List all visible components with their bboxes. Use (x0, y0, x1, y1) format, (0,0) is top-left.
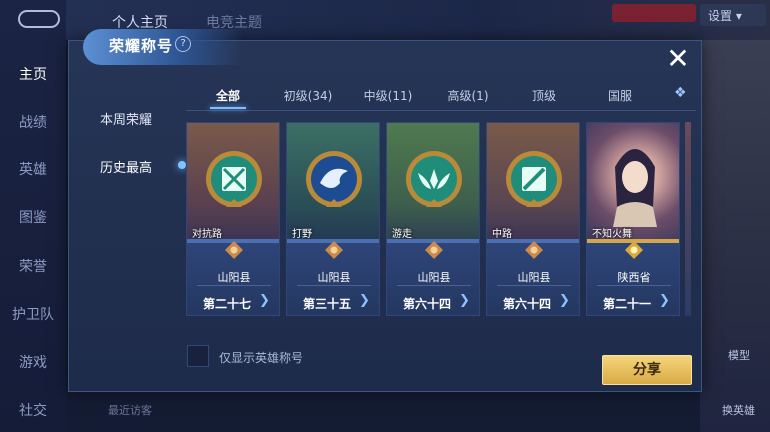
side-tab-history-best[interactable]: 历史最高 (69, 157, 183, 176)
dialog-title: 荣耀称号 (109, 37, 174, 55)
filter-tab-senior[interactable]: 高级(1) (428, 87, 508, 104)
card-region: 山阳县 (417, 271, 451, 284)
filter-active-underline (210, 107, 246, 109)
nav-home[interactable]: 主页 (0, 64, 66, 84)
change-hero-label[interactable]: 换英雄 (722, 402, 755, 418)
notification-badge (612, 4, 696, 22)
card-role: 打野 (292, 229, 312, 240)
title-card[interactable]: 打野 山阳县 第三十五 ❯ (286, 122, 380, 316)
chevron-right-icon[interactable]: ❯ (359, 293, 370, 308)
active-tab-indicator (178, 161, 186, 169)
more-tabs-icon[interactable]: ❖ (674, 85, 687, 101)
share-button[interactable]: 分享 (602, 355, 692, 385)
nav-hero[interactable]: 英雄 (0, 159, 66, 179)
card-region: 山阳县 (217, 271, 251, 284)
nav-guard[interactable]: 护卫队 (0, 304, 66, 324)
nav-game[interactable]: 游戏 (0, 352, 66, 372)
settings-label: 设置 (708, 9, 733, 23)
filter-tab-junior[interactable]: 初级(34) (268, 87, 348, 104)
chevron-right-icon[interactable]: ❯ (459, 293, 470, 308)
recent-visitors[interactable]: 最近访客 (108, 402, 152, 418)
card-role: 对抗路 (192, 229, 222, 240)
hero-avatar-icon (613, 149, 657, 227)
jungle-emblem-icon (306, 151, 362, 207)
nav-record[interactable]: 战绩 (0, 112, 66, 132)
settings-button[interactable]: 设置 ▾ (700, 4, 766, 26)
chevron-right-icon[interactable]: ❯ (259, 293, 270, 308)
card-divider (497, 285, 571, 286)
card-role: 中路 (492, 229, 512, 240)
close-button[interactable]: ✕ (665, 45, 691, 73)
card-region: 山阳县 (317, 271, 351, 284)
card-divider (297, 285, 371, 286)
card-region: 山阳县 (517, 271, 551, 284)
title-card[interactable]: 不知火舞 陕西省 第二十一 ❯ (586, 122, 680, 316)
card-rank: 第二十一 (603, 297, 652, 311)
card-rank: 第二十七 (203, 297, 252, 311)
card-divider (197, 285, 271, 286)
background-scene (700, 40, 770, 432)
back-logo-icon[interactable] (18, 10, 60, 28)
nav-codex[interactable]: 图鉴 (0, 207, 66, 227)
title-card[interactable]: 中路 山阳县 第六十四 ❯ (486, 122, 580, 316)
card-rank: 第六十四 (503, 297, 552, 311)
filter-tabs: 全部 初级(34) 中级(11) 高级(1) 顶级 国服 ❖ (186, 81, 696, 111)
filter-tab-middle[interactable]: 中级(11) (348, 87, 428, 104)
mid-lane-emblem-icon (506, 151, 562, 207)
nav-social[interactable]: 社交 (0, 400, 66, 420)
top-lane-emblem-icon (206, 151, 262, 207)
hero-only-label[interactable]: 仅显示英雄称号 (219, 349, 303, 366)
nav-honor[interactable]: 荣誉 (0, 256, 66, 276)
card-divider (597, 285, 671, 286)
side-tab-this-week[interactable]: 本周荣耀 (69, 109, 183, 128)
title-card[interactable]: 对抗路 山阳县 第二十七 ❯ (186, 122, 280, 316)
card-rank: 第六十四 (403, 297, 452, 311)
county-medal-icon (525, 241, 543, 259)
title-card[interactable]: 游走 山阳县 第六十四 ❯ (386, 122, 480, 316)
honor-title-dialog: 荣耀称号 ? ✕ 本周荣耀 历史最高 全部 初级(34) 中级(11) 高级(1… (68, 29, 702, 392)
filter-tab-all[interactable]: 全部 (188, 87, 268, 104)
card-region: 陕西省 (617, 271, 651, 284)
county-medal-icon (225, 241, 243, 259)
help-icon[interactable]: ? (171, 32, 195, 56)
dialog-title-banner: 荣耀称号 ? (83, 29, 243, 65)
support-emblem-icon (406, 151, 462, 207)
chevron-right-icon[interactable]: ❯ (659, 293, 670, 308)
card-divider (397, 285, 471, 286)
next-card-peek (685, 122, 691, 316)
province-medal-icon (625, 241, 643, 259)
card-role: 游走 (392, 229, 412, 240)
hero-only-checkbox[interactable] (187, 345, 209, 367)
card-rank: 第三十五 (303, 297, 352, 311)
chevron-right-icon[interactable]: ❯ (559, 293, 570, 308)
county-medal-icon (425, 241, 443, 259)
filter-tab-top[interactable]: 顶级 (504, 87, 584, 104)
county-medal-icon (325, 241, 343, 259)
card-role: 不知火舞 (592, 229, 632, 240)
filter-tab-national[interactable]: 国服 (580, 87, 660, 104)
model-label[interactable]: 模型 (728, 347, 750, 363)
